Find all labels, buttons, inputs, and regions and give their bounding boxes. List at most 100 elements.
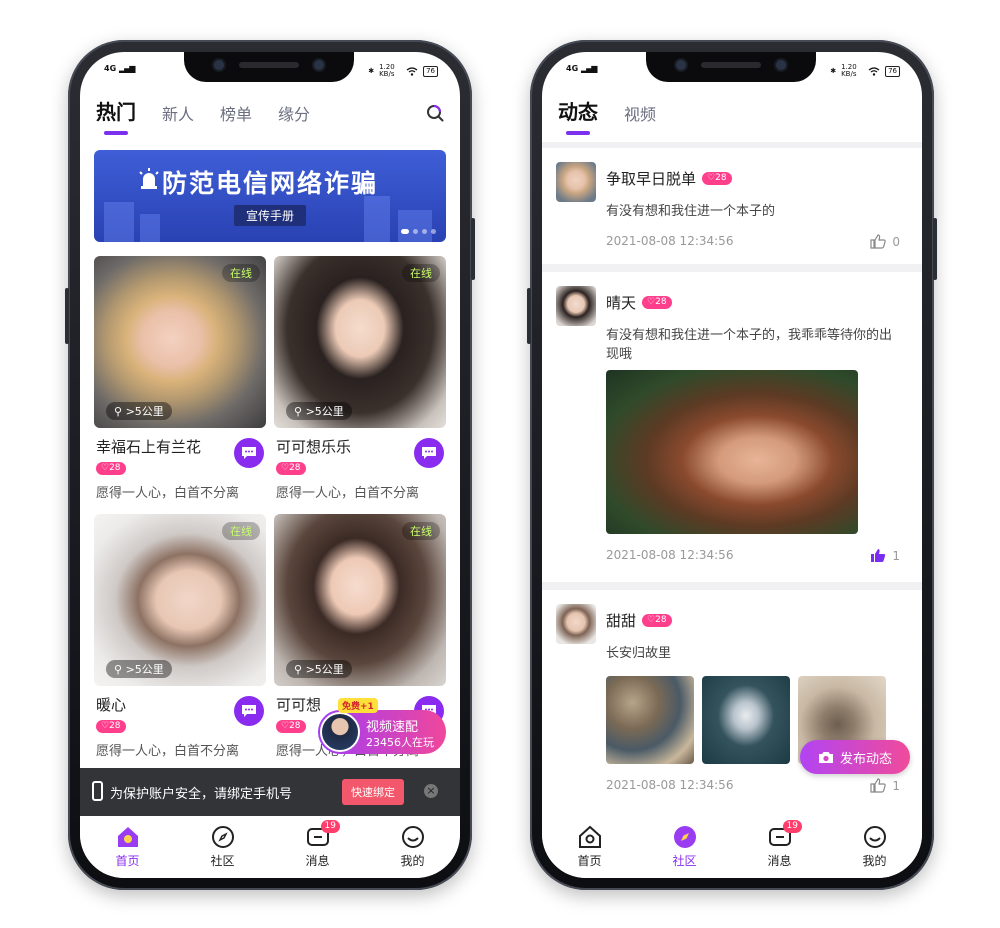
level-badge: ♡28 bbox=[276, 462, 306, 475]
compass-icon bbox=[211, 826, 234, 848]
power-button bbox=[933, 218, 937, 280]
nav-home[interactable]: 首页 bbox=[80, 816, 175, 878]
chat-button[interactable] bbox=[234, 438, 264, 468]
tab-new[interactable]: 新人 bbox=[162, 101, 194, 125]
nav-profile[interactable]: 我的 bbox=[365, 816, 460, 878]
volume-button bbox=[527, 288, 531, 344]
chat-bubble-icon bbox=[422, 447, 436, 459]
nav-messages[interactable]: 19 消息 bbox=[732, 816, 827, 878]
compass-icon bbox=[673, 826, 696, 848]
nav-community[interactable]: 社区 bbox=[637, 816, 732, 878]
tab-ranking[interactable]: 榜单 bbox=[220, 101, 252, 125]
online-status: 在线 bbox=[222, 522, 260, 540]
online-status: 在线 bbox=[402, 522, 440, 540]
user-card[interactable]: 在线 ⚲ >5公里 可可想 ♡28 愿得一人心，白首不分离 bbox=[274, 514, 446, 759]
user-motto: 愿得一人心，白首不分离 bbox=[96, 744, 240, 759]
post-photo[interactable] bbox=[606, 676, 694, 764]
wifi-icon bbox=[406, 66, 418, 76]
avatar[interactable] bbox=[556, 286, 596, 326]
moment-post[interactable]: 甜甜 ♡28 长安归故里 2021-08-08 12:34:56 1 bbox=[542, 590, 922, 816]
nav-label: 首页 bbox=[115, 854, 140, 868]
publish-moment-button[interactable]: 发布动态 bbox=[800, 740, 910, 774]
online-status: 在线 bbox=[222, 264, 260, 282]
avatar[interactable] bbox=[556, 162, 596, 202]
user-motto: 愿得一人心，白首不分离 bbox=[276, 486, 420, 501]
smile-icon bbox=[401, 826, 424, 848]
signal-status: 4G ▂▄▆ bbox=[566, 64, 597, 73]
camera-icon bbox=[818, 751, 833, 763]
chat-button[interactable] bbox=[234, 696, 264, 726]
tab-videos[interactable]: 视频 bbox=[624, 101, 656, 125]
user-name: 可可想 bbox=[276, 696, 322, 714]
user-photo[interactable]: 在线 ⚲ >5公里 bbox=[274, 514, 446, 686]
nav-home[interactable]: 首页 bbox=[542, 816, 637, 878]
post-photo[interactable] bbox=[702, 676, 790, 764]
publish-label: 发布动态 bbox=[839, 751, 892, 767]
battery-icon: 76 bbox=[885, 65, 900, 77]
user-photo[interactable]: 在线 ⚲ >5公里 bbox=[94, 514, 266, 686]
level-badge: ♡28 bbox=[276, 720, 306, 733]
distance-tag: ⚲ >5公里 bbox=[286, 660, 352, 678]
level-badge: ♡28 bbox=[642, 614, 672, 627]
like-button[interactable]: 1 bbox=[870, 548, 900, 563]
tab-hot[interactable]: 热门 bbox=[96, 96, 136, 125]
home-icon bbox=[117, 827, 138, 847]
bind-phone-bar: 为保护账户安全，请绑定手机号 快速绑定 × bbox=[80, 768, 460, 816]
smile-icon bbox=[863, 826, 886, 848]
anti-fraud-banner[interactable]: 防范电信网络诈骗 宣传手册 bbox=[94, 150, 446, 242]
user-card[interactable]: 在线 ⚲ >5公里 可可想乐乐 ♡28 愿得一人心，白首不分离 bbox=[274, 256, 446, 501]
phone-frame-community: 4G ▂▄▆ ✱ 1.20 KB/s 76 动态 视频 争取早日脱单 ♡28 有没… bbox=[527, 40, 937, 890]
banner-subtitle[interactable]: 宣传手册 bbox=[233, 205, 307, 226]
carousel-dot bbox=[401, 229, 409, 234]
thumbs-up-filled-icon bbox=[871, 549, 886, 562]
user-name: 可可想乐乐 bbox=[276, 438, 352, 456]
front-camera bbox=[214, 60, 224, 70]
avatar[interactable] bbox=[556, 604, 596, 644]
nav-label: 社区 bbox=[210, 854, 235, 868]
nav-messages[interactable]: 19 消息 bbox=[270, 816, 365, 878]
speaker bbox=[239, 62, 299, 68]
tab-moments[interactable]: 动态 bbox=[558, 96, 598, 125]
post-text: 长安归故里 bbox=[606, 646, 672, 661]
user-card[interactable]: 在线 ⚲ >5公里 幸福石上有兰花 ♡28 愿得一人心，白首不分离 bbox=[94, 256, 266, 501]
distance-tag: ⚲ >5公里 bbox=[106, 660, 172, 678]
battery-icon: 76 bbox=[423, 65, 438, 77]
level-badge: ♡28 bbox=[642, 296, 672, 309]
banner-building bbox=[140, 214, 160, 242]
thumbs-up-icon bbox=[870, 234, 887, 249]
community-screen: 4G ▂▄▆ ✱ 1.20 KB/s 76 动态 视频 争取早日脱单 ♡28 有没… bbox=[542, 52, 922, 878]
sensor bbox=[776, 60, 786, 70]
post-time: 2021-08-08 12:34:56 bbox=[606, 778, 734, 792]
speed-text: 1.20 KB/s bbox=[841, 63, 857, 78]
quick-bind-button[interactable]: 快速绑定 bbox=[342, 779, 404, 805]
carousel-dots bbox=[401, 229, 436, 234]
moment-post[interactable]: 争取早日脱单 ♡28 有没有想和我住进一个本子的 2021-08-08 12:34… bbox=[542, 148, 922, 264]
post-time: 2021-08-08 12:34:56 bbox=[606, 548, 734, 562]
user-card[interactable]: 在线 ⚲ >5公里 暖心 ♡28 愿得一人心，白首不分离 bbox=[94, 514, 266, 759]
free-tag: 免费+1 bbox=[338, 698, 378, 713]
nav-community[interactable]: 社区 bbox=[175, 816, 270, 878]
moments-feed: 争取早日脱单 ♡28 有没有想和我住进一个本子的 2021-08-08 12:34… bbox=[542, 142, 922, 816]
like-count: 1 bbox=[892, 778, 900, 793]
tab-fate[interactable]: 缘分 bbox=[278, 101, 310, 125]
post-photo[interactable] bbox=[606, 370, 858, 534]
online-status: 在线 bbox=[402, 264, 440, 282]
chat-button[interactable] bbox=[414, 438, 444, 468]
moment-post[interactable]: 晴天 ♡28 有没有想和我住进一个本子的，我乖乖等待你的出现哦 2021-08-0… bbox=[542, 272, 922, 582]
message-count-badge: 19 bbox=[782, 820, 802, 833]
video-match-button[interactable]: 免费+1 视频速配 23456人在玩 bbox=[318, 698, 446, 754]
nav-label: 消息 bbox=[305, 854, 330, 868]
like-count: 1 bbox=[892, 548, 900, 563]
user-name: 幸福石上有兰花 bbox=[96, 438, 202, 456]
like-button[interactable]: 0 bbox=[870, 234, 900, 249]
search-icon[interactable] bbox=[426, 104, 444, 122]
like-button[interactable]: 1 bbox=[870, 778, 900, 793]
close-icon[interactable]: × bbox=[424, 784, 438, 798]
home-tabs: 热门 新人 榜单 缘分 bbox=[96, 96, 310, 125]
nav-profile[interactable]: 我的 bbox=[827, 816, 922, 878]
user-name: 暖心 bbox=[96, 696, 127, 714]
user-photo[interactable]: 在线 ⚲ >5公里 bbox=[94, 256, 266, 428]
user-photo[interactable]: 在线 ⚲ >5公里 bbox=[274, 256, 446, 428]
thumbs-up-icon bbox=[870, 778, 887, 793]
home-screen: 4G ▂▄▆ ✱ 1.20 KB/s 76 热门 新人 榜单 缘分 防范电信网络… bbox=[80, 52, 460, 878]
